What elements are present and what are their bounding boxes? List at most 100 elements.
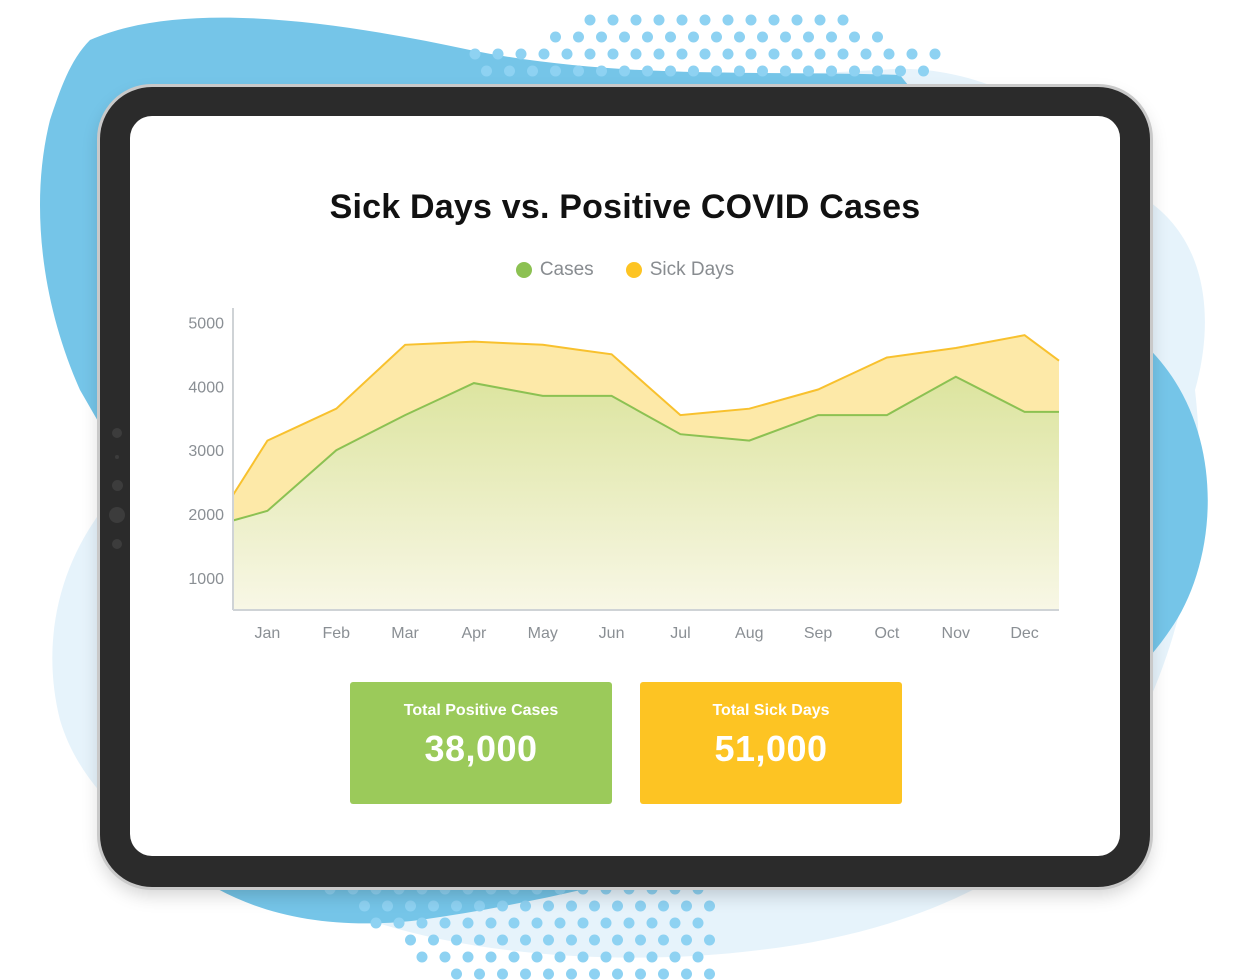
decor-dot <box>704 968 715 980</box>
decor-dot <box>584 48 596 60</box>
decor-dot <box>612 968 623 980</box>
decor-dot <box>872 65 883 77</box>
decor-dot <box>803 31 814 43</box>
decor-dot <box>704 900 715 912</box>
total-sick-days-value: 51,000 <box>714 728 828 769</box>
decor-dot <box>711 65 722 77</box>
decor-dot <box>566 934 577 946</box>
decor-dot <box>791 48 803 60</box>
decor-dot <box>469 48 481 60</box>
decor-dot <box>566 900 577 912</box>
tablet-camera <box>109 507 125 523</box>
decor-dot <box>508 951 520 963</box>
decor-dot <box>814 14 826 26</box>
decor-dot <box>462 917 474 929</box>
x-tick-label: Dec <box>1010 625 1038 642</box>
decor-dot <box>554 951 566 963</box>
decor-dot <box>596 31 607 43</box>
decor-dot <box>439 917 451 929</box>
tablet-button-3 <box>112 539 122 549</box>
decor-dot <box>768 48 780 60</box>
decor-dot <box>359 900 370 912</box>
decor-dot <box>531 951 543 963</box>
tablet-screen: Sick Days vs. Positive COVID Cases Cases… <box>130 116 1120 856</box>
x-tick-label: Nov <box>942 625 970 642</box>
decor-dot <box>681 900 692 912</box>
decor-dot <box>837 48 849 60</box>
decor-dot <box>692 917 704 929</box>
decor-dot <box>439 951 451 963</box>
decor-dot <box>508 917 520 929</box>
decor-dot <box>543 900 554 912</box>
x-tick-label: May <box>528 625 558 642</box>
decor-dot <box>635 934 646 946</box>
decor-dot <box>929 48 941 60</box>
decor-dot <box>612 934 623 946</box>
total-cases-value: 38,000 <box>424 728 538 769</box>
decor-dot <box>665 31 676 43</box>
area-chart: 1000 2000 3000 4000 5000 Jan Feb Mar Apr May Jun Ju… <box>188 308 1060 642</box>
decor-dot <box>607 48 619 60</box>
decor-dot <box>826 31 837 43</box>
decor-dot <box>382 900 393 912</box>
decor-dot <box>370 917 382 929</box>
decor-dot <box>527 65 538 77</box>
y-tick-label: 1000 <box>188 571 224 588</box>
decor-dot <box>550 31 561 43</box>
decor-dot <box>918 65 929 77</box>
decor-dot <box>630 14 642 26</box>
decor-dot <box>474 900 485 912</box>
decor-dot <box>531 917 543 929</box>
x-tick-label: Mar <box>391 625 419 642</box>
decor-dot <box>589 934 600 946</box>
decor-dot <box>405 934 416 946</box>
decor-dot <box>504 65 515 77</box>
decor-dot <box>607 14 619 26</box>
decor-dot <box>589 968 600 980</box>
decor-dot <box>428 934 439 946</box>
decor-dot <box>612 900 623 912</box>
decor-dot <box>543 968 554 980</box>
decor-dot <box>623 917 635 929</box>
decor-dot <box>658 900 669 912</box>
x-tick-label: Jan <box>255 625 281 642</box>
decor-dot <box>837 14 849 26</box>
decor-dot <box>520 900 531 912</box>
tablet-button-1 <box>112 428 122 438</box>
decor-dot <box>596 65 607 77</box>
decor-dot <box>600 917 612 929</box>
decor-dot <box>745 14 757 26</box>
decor-dot <box>646 951 658 963</box>
decor-dot <box>681 934 692 946</box>
y-tick-label: 3000 <box>188 443 224 460</box>
decor-dot <box>860 48 872 60</box>
x-tick-label: Jun <box>599 625 625 642</box>
decor-dot <box>520 934 531 946</box>
decor-dot <box>485 917 497 929</box>
decor-dot <box>768 14 780 26</box>
decor-dot <box>658 968 669 980</box>
decor-dot <box>543 934 554 946</box>
decor-dot <box>497 968 508 980</box>
y-tick-label: 4000 <box>188 379 224 396</box>
decor-dot <box>757 65 768 77</box>
decor-dot <box>704 934 715 946</box>
tablet-button-2 <box>112 480 123 491</box>
decor-dot <box>497 934 508 946</box>
tablet-sensor <box>115 455 119 459</box>
decor-dot <box>577 917 589 929</box>
decor-dot <box>515 48 527 60</box>
decor-dot <box>734 31 745 43</box>
decor-dot <box>711 31 722 43</box>
decor-dot <box>665 65 676 77</box>
decor-dot <box>722 48 734 60</box>
decor-dot <box>554 917 566 929</box>
decor-dot <box>462 951 474 963</box>
decor-dot <box>669 917 681 929</box>
decor-dot <box>416 917 428 929</box>
total-cases-card: Total Positive Cases 38,000 <box>350 682 612 804</box>
y-tick-label: 5000 <box>188 315 224 332</box>
x-tick-label: Aug <box>735 625 763 642</box>
total-sick-days-card: Total Sick Days 51,000 <box>640 682 902 804</box>
decor-dot <box>849 65 860 77</box>
